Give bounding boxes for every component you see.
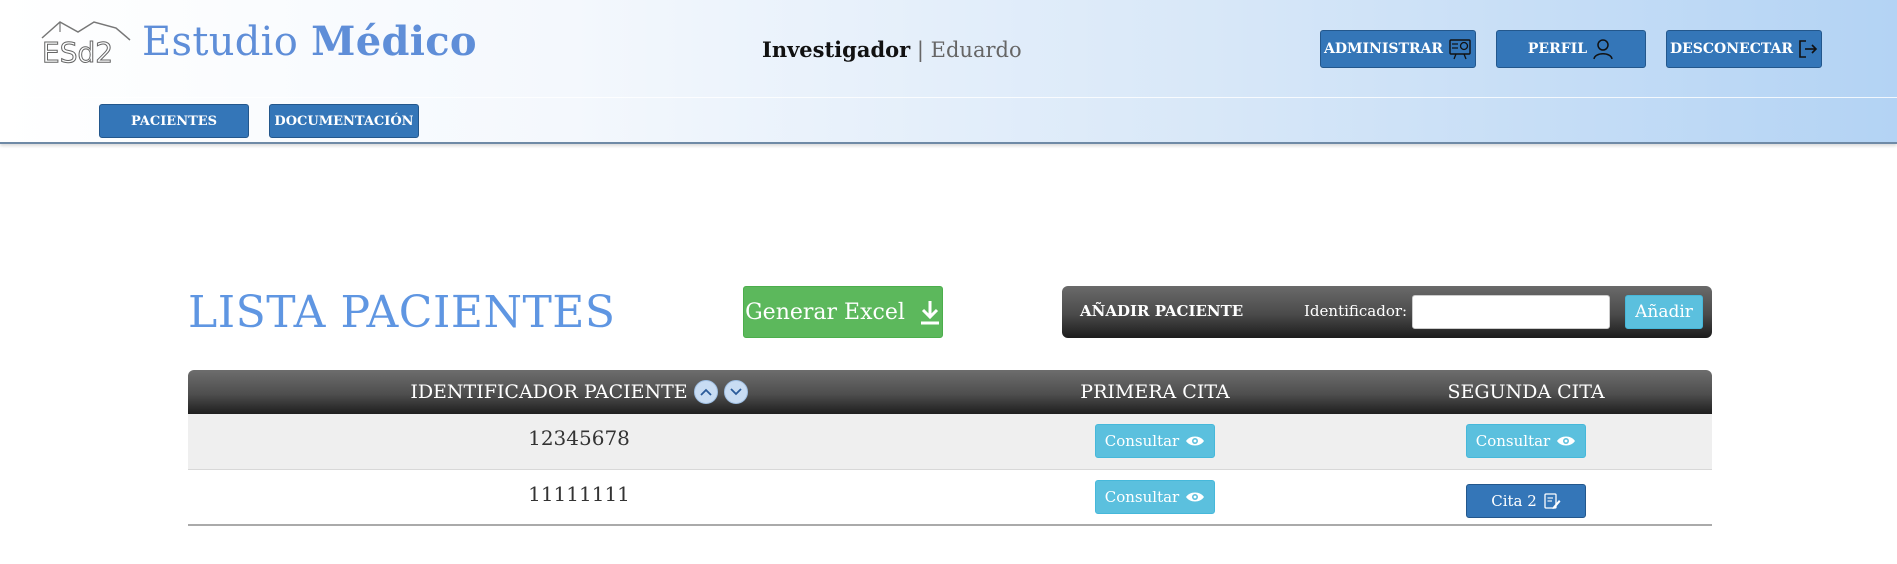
logout-icon	[1799, 40, 1818, 58]
profile-button-label: PERFIL	[1527, 41, 1588, 57]
page-title: LISTA PACIENTES	[188, 287, 616, 338]
generate-excel-label: Generar Excel	[745, 299, 905, 325]
user-info: Investigador | Eduardo	[762, 37, 1022, 62]
download-icon	[920, 301, 939, 325]
table-row: 11111111 Consultar Cita 2	[188, 470, 1712, 526]
sort-ascending-button[interactable]	[693, 380, 718, 404]
table-header: IDENTIFICADOR PACIENTE PRIMERA CITA SEGU…	[188, 370, 1712, 414]
nav-patients-label: PACIENTES	[130, 113, 218, 129]
second-appointment-cell: Consultar	[1340, 414, 1712, 470]
header-divider	[0, 97, 1897, 98]
eye-icon	[1186, 436, 1205, 446]
admin-panel-icon	[1449, 39, 1471, 60]
first-appointment-cell: Consultar	[970, 414, 1340, 470]
nav-documentation-label: DOCUMENTACIÓN	[274, 113, 414, 129]
consult-second-label: Consultar	[1475, 432, 1551, 450]
identifier-input[interactable]	[1412, 295, 1610, 329]
app-title-part2: Médico	[311, 18, 477, 65]
user-role: Investigador	[762, 37, 911, 62]
column-header-identifier: IDENTIFICADOR PACIENTE	[188, 370, 970, 414]
column-header-second-appointment: SEGUNDA CITA	[1447, 381, 1605, 403]
sort-descending-button[interactable]	[723, 380, 748, 404]
add-patient-button[interactable]: Añadir	[1625, 295, 1703, 329]
user-name: Eduardo	[930, 38, 1022, 62]
user-separator: |	[910, 38, 931, 62]
edit-document-icon	[1544, 493, 1561, 509]
eye-icon	[1557, 436, 1576, 446]
second-appointment-cell: Cita 2	[1340, 470, 1712, 526]
logout-button-label: DESCONECTAR	[1669, 41, 1794, 57]
column-header-first-appointment: PRIMERA CITA	[1080, 381, 1230, 403]
admin-button-label: ADMINISTRAR	[1323, 41, 1444, 57]
chevron-up-icon	[700, 388, 712, 396]
consult-first-button[interactable]: Consultar	[1095, 424, 1215, 458]
appointment-2-button[interactable]: Cita 2	[1466, 484, 1586, 518]
add-patient-title: AÑADIR PACIENTE	[1080, 302, 1244, 320]
nav-patients-button[interactable]: PACIENTES	[99, 104, 249, 138]
logout-button[interactable]: DESCONECTAR	[1666, 30, 1822, 68]
eye-icon	[1186, 492, 1205, 502]
consult-first-label: Consultar	[1104, 432, 1180, 450]
add-patient-button-label: Añadir	[1635, 302, 1693, 322]
appointment-2-label: Cita 2	[1491, 492, 1537, 510]
user-icon	[1593, 39, 1613, 60]
profile-button[interactable]: PERFIL	[1496, 30, 1646, 68]
app-header: ESd2 Estudio Médico Investigador | Eduar…	[0, 0, 1897, 144]
nav-documentation-button[interactable]: DOCUMENTACIÓN	[269, 104, 419, 138]
identifier-label: Identificador:	[1304, 302, 1408, 320]
consult-second-button[interactable]: Consultar	[1466, 424, 1586, 458]
chevron-down-icon	[730, 388, 742, 396]
first-appointment-cell: Consultar	[970, 470, 1340, 526]
logo-text: ESd2	[42, 36, 113, 66]
patient-id-cell: 12345678	[528, 426, 630, 450]
generate-excel-button[interactable]: Generar Excel	[743, 286, 943, 338]
column-header-identifier-label: IDENTIFICADOR PACIENTE	[410, 381, 688, 403]
patients-table: IDENTIFICADOR PACIENTE PRIMERA CITA SEGU…	[188, 370, 1712, 526]
app-title-part1: Estudio	[142, 19, 312, 65]
table-row: 12345678 Consultar Consultar	[188, 414, 1712, 470]
consult-first-button[interactable]: Consultar	[1095, 480, 1215, 514]
patient-id-cell: 11111111	[528, 482, 630, 506]
admin-button[interactable]: ADMINISTRAR	[1320, 30, 1476, 68]
add-patient-panel: AÑADIR PACIENTE Identificador: Añadir	[1062, 286, 1712, 338]
app-title: Estudio Médico	[142, 18, 477, 65]
logo-icon[interactable]: ESd2	[40, 18, 132, 66]
consult-first-label: Consultar	[1104, 488, 1180, 506]
